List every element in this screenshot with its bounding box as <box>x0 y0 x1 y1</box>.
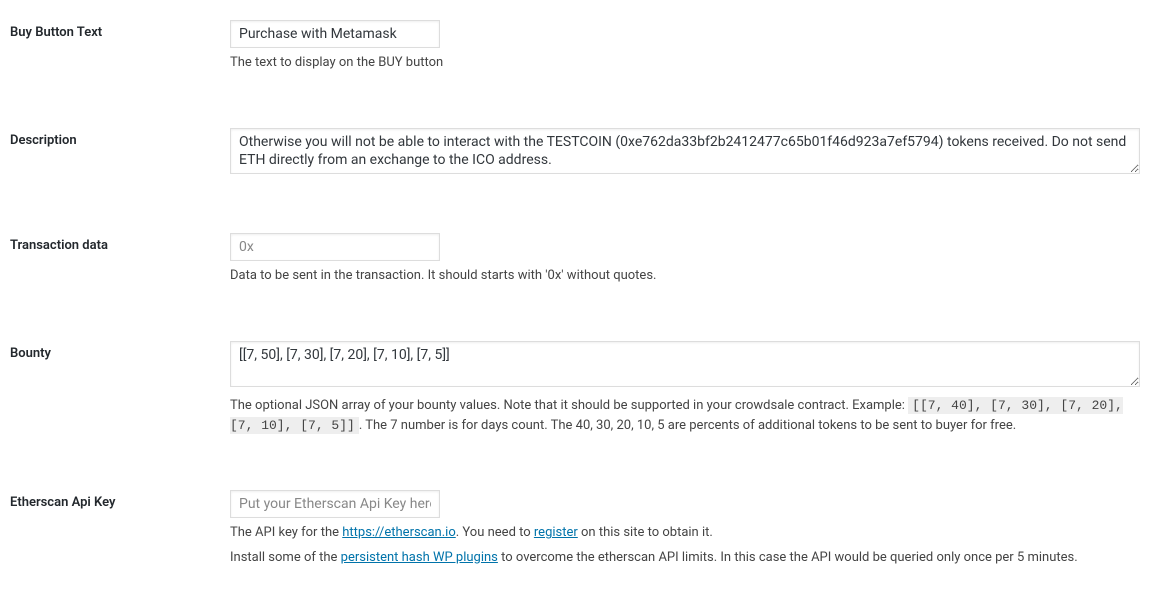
register-link[interactable]: register <box>534 525 578 540</box>
etherscan-api-key-label: Etherscan Api Key <box>10 480 230 525</box>
description-label: Description <box>10 118 230 163</box>
etherscan-desc-1: The API key for the https://etherscan.io… <box>230 523 1136 543</box>
etherscan-desc1-c: on this site to obtain it. <box>578 525 713 540</box>
buy-button-text-label: Buy Button Text <box>10 10 230 55</box>
etherscan-desc1-a: The API key for the <box>230 525 342 540</box>
transaction-data-input[interactable] <box>230 233 440 261</box>
etherscan-desc-2: Install some of the persistent hash WP p… <box>230 548 1136 568</box>
etherscan-link[interactable]: https://etherscan.io <box>342 525 456 540</box>
bounty-desc: The optional JSON array of your bounty v… <box>230 396 1140 435</box>
persistent-hash-plugins-link[interactable]: persistent hash WP plugins <box>341 550 498 565</box>
transaction-data-desc: Data to be sent in the transaction. It s… <box>230 266 1136 286</box>
bounty-label: Bounty <box>10 331 230 376</box>
buy-button-text-input[interactable] <box>230 20 440 48</box>
bounty-desc-text-2: . The 7 number is for days count. The 40… <box>359 418 1016 433</box>
transaction-data-label: Transaction data <box>10 223 230 268</box>
bounty-textarea[interactable]: [[7, 50], [7, 30], [7, 20], [7, 10], [7,… <box>230 341 1140 387</box>
bounty-desc-text-1: The optional JSON array of your bounty v… <box>230 398 908 413</box>
description-textarea[interactable]: Otherwise you will not be able to intera… <box>230 128 1140 174</box>
etherscan-api-key-input[interactable] <box>230 490 440 518</box>
etherscan-desc2-b: to overcome the etherscan API limits. In… <box>498 550 1078 565</box>
buy-button-text-desc: The text to display on the BUY button <box>230 53 1136 73</box>
etherscan-desc2-a: Install some of the <box>230 550 341 565</box>
etherscan-desc1-b: . You need to <box>456 525 534 540</box>
